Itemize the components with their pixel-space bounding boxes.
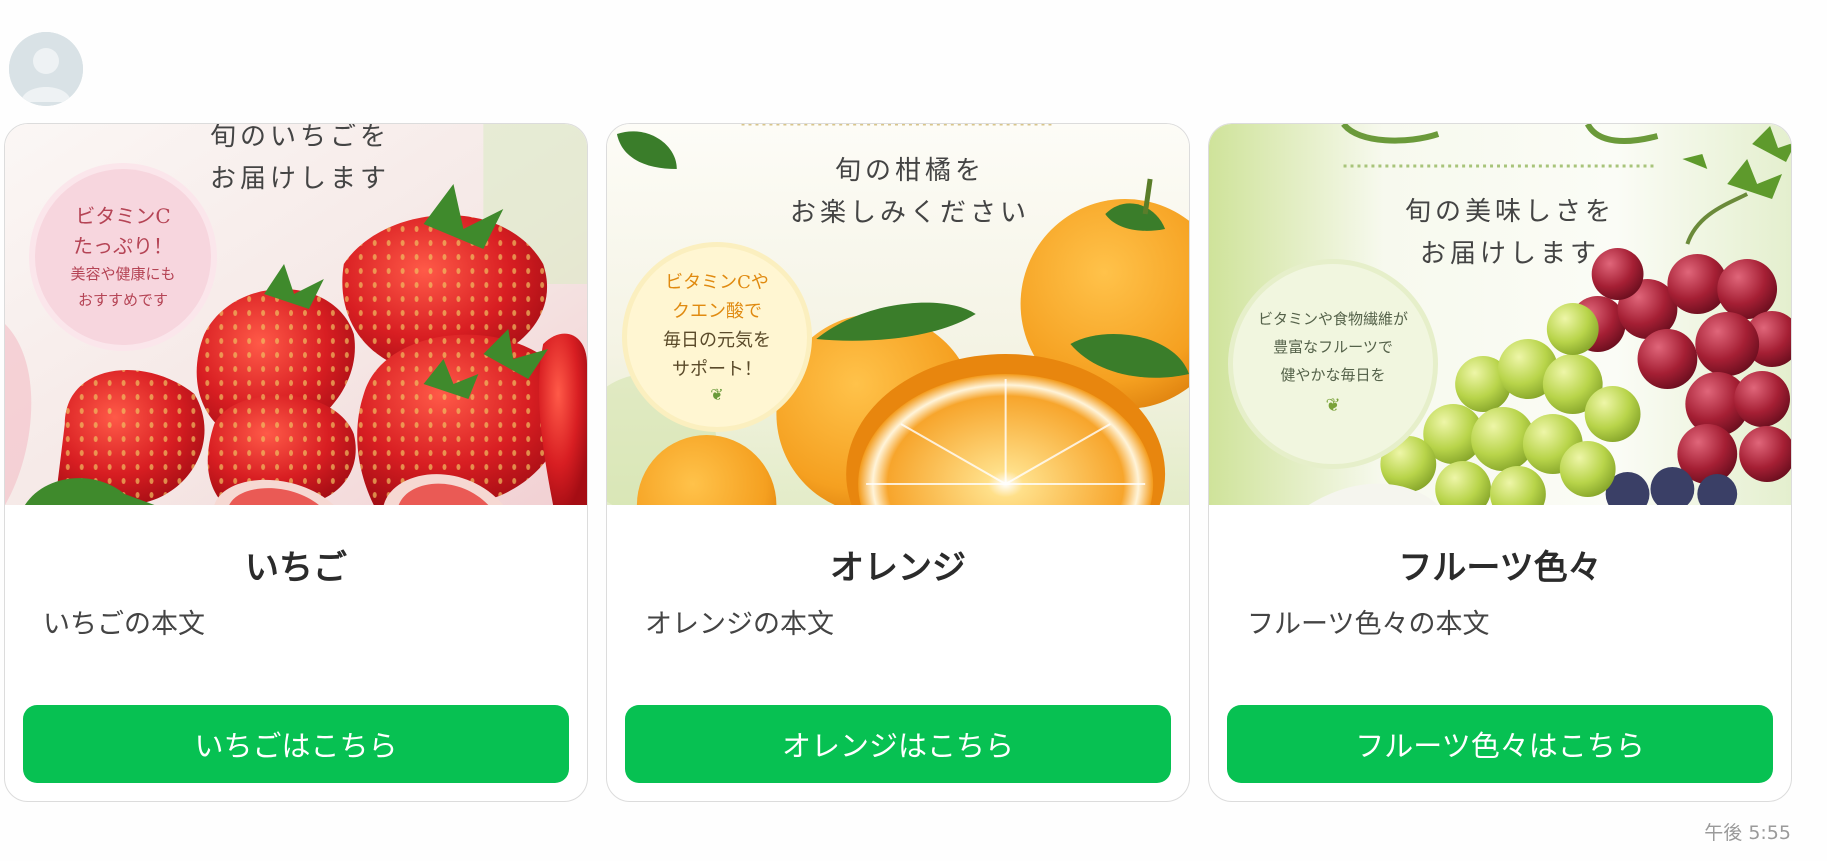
strawberry-link-button[interactable]: いちごはこちら — [23, 705, 569, 783]
fruits-tagline: 旬の美味しさを お届けします — [1405, 191, 1615, 275]
badge-line: おすすめです — [77, 291, 168, 309]
fruits-link-button[interactable]: フルーツ色々はこちら — [1227, 705, 1773, 783]
user-silhouette-icon — [9, 32, 83, 106]
card-text: フルーツ色々の本文 — [1247, 609, 1490, 640]
badge-line: ビタミンや食物繊維が — [1257, 310, 1408, 328]
card-text: いちごの本文 — [43, 609, 205, 640]
leaf-icon: ❦ — [1325, 395, 1341, 416]
tagline-line: お楽しみください — [790, 198, 1031, 228]
card-body: いちご いちごの本文 — [5, 545, 587, 645]
tagline-line: お届けします — [210, 164, 391, 194]
badge-line: たっぷり！ — [73, 234, 173, 258]
orange-link-button[interactable]: オレンジはこちら — [625, 705, 1171, 783]
orange-hero-image[interactable]: 旬の柑橘を お楽しみください ビタミンCや クエン酸で 毎日の元気を サポート！… — [607, 124, 1189, 505]
product-card-strawberry: 旬のいちごを お届けします ビタミンC たっぷり！ 美容や健康にも おすすめです… — [4, 123, 588, 802]
badge-line: クエン酸で — [672, 301, 762, 322]
orange-vitamin-badge: ビタミンCや クエン酸で 毎日の元気を サポート！ ❦ — [627, 247, 807, 427]
badge-line: 豊富なフルーツで — [1273, 338, 1393, 356]
orange-tagline: 旬の柑橘を お楽しみください — [790, 150, 1030, 234]
product-card-mixed-fruits: 旬の美味しさを お届けします ビタミンや食物繊維が 豊富なフルーツで 健やかな毎… — [1208, 123, 1792, 802]
badge-line: ビタミンC — [75, 204, 171, 228]
tagline-line: 旬のいちごを — [210, 124, 391, 152]
card-title: フルーツ色々 — [1398, 548, 1602, 588]
badge-line: 毎日の元気を — [663, 330, 771, 351]
leaf-icon: ❦ — [710, 385, 724, 404]
card-title: オレンジ — [830, 548, 966, 588]
badge-line: サポート！ — [672, 359, 762, 380]
card-title: いちご — [245, 548, 347, 588]
strawberry-vitamin-badge: ビタミンC たっぷり！ 美容や健康にも おすすめです — [35, 169, 211, 345]
message-timestamp: 午後 5:55 — [1704, 822, 1791, 844]
badge-line: 美容や健康にも — [70, 265, 176, 283]
tagline-line: 旬の美味しさを — [1405, 197, 1616, 227]
tagline-line: お届けします — [1420, 239, 1601, 269]
card-body: オレンジ オレンジの本文 — [607, 545, 1189, 645]
avatar[interactable] — [9, 32, 83, 106]
fruits-hero-image[interactable]: 旬の美味しさを お届けします ビタミンや食物繊維が 豊富なフルーツで 健やかな毎… — [1209, 124, 1791, 505]
badge-line: 健やかな毎日を — [1280, 366, 1386, 384]
chat-screen: 旬のいちごを お届けします ビタミンC たっぷり！ 美容や健康にも おすすめです… — [0, 0, 1827, 861]
card-body: フルーツ色々 フルーツ色々の本文 — [1209, 545, 1791, 645]
strawberry-hero-image[interactable]: 旬のいちごを お届けします ビタミンC たっぷり！ 美容や健康にも おすすめです — [5, 124, 587, 505]
card-carousel[interactable]: 旬のいちごを お届けします ビタミンC たっぷり！ 美容や健康にも おすすめです… — [4, 123, 1792, 802]
card-text: オレンジの本文 — [645, 609, 834, 640]
badge-line: ビタミンCや — [665, 272, 769, 293]
strawberry-tagline: 旬のいちごを お届けします — [210, 124, 390, 200]
fruits-vitamin-badge: ビタミンや食物繊維が 豊富なフルーツで 健やかな毎日を ❦ — [1233, 264, 1433, 464]
tagline-line: 旬の柑橘を — [835, 156, 986, 186]
product-card-orange: 旬の柑橘を お楽しみください ビタミンCや クエン酸で 毎日の元気を サポート！… — [606, 123, 1190, 802]
